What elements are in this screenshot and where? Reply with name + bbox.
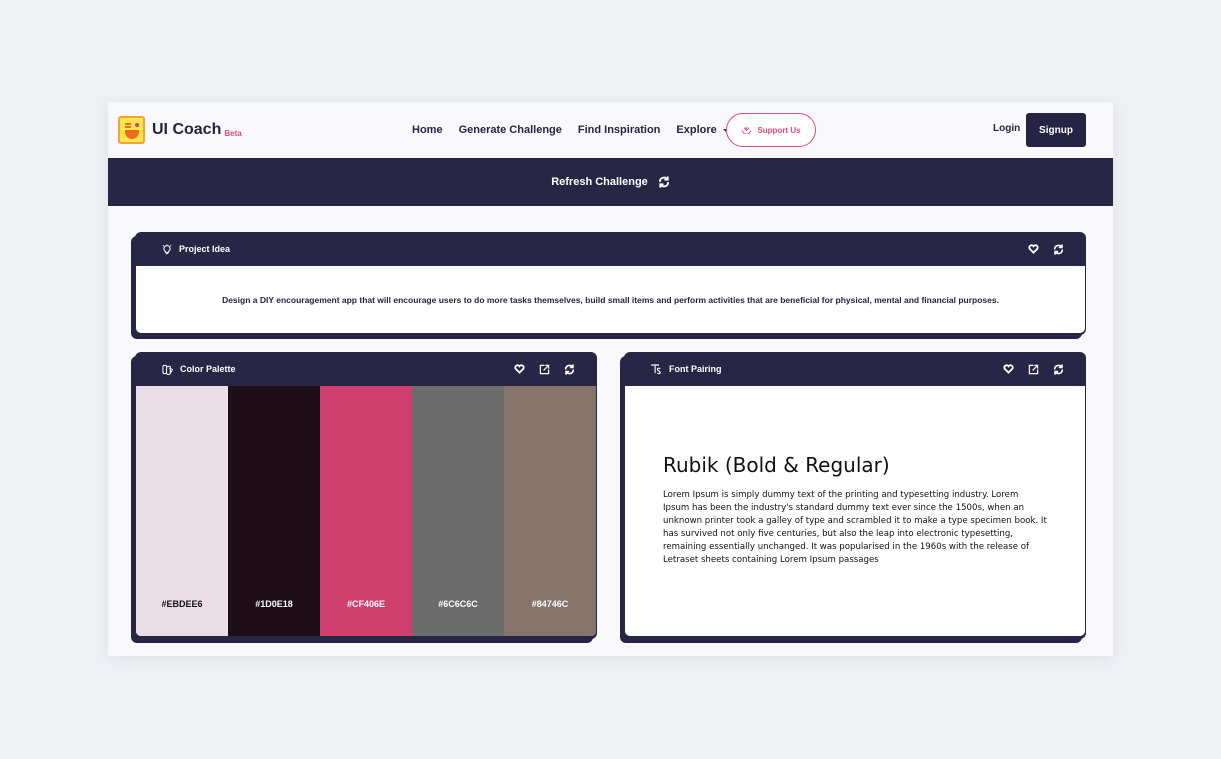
font-pairing-body: Rubik (Bold & Regular) Lorem Ipsum is si… <box>625 386 1085 636</box>
project-idea-header: Project Idea <box>135 232 1086 266</box>
heart-icon[interactable] <box>514 364 525 374</box>
color-palette-card: Color Palette #EBDEE6 #1D0E18 #CF406E #6… <box>135 352 597 639</box>
nav-home[interactable]: Home <box>412 124 443 136</box>
beta-badge: Beta <box>224 128 242 138</box>
palette-icon <box>162 364 173 375</box>
project-idea-title: Project Idea <box>179 244 231 254</box>
hands-heart-icon <box>742 127 752 135</box>
project-idea-text: Design a DIY encouragement app that will… <box>222 294 999 305</box>
swatch-hex: #EBDEE6 <box>161 599 203 609</box>
signup-button[interactable]: Signup <box>1026 113 1086 147</box>
nav-explore-dropdown[interactable]: Explore <box>676 124 729 136</box>
color-swatch[interactable]: #6C6C6C <box>412 386 504 636</box>
signup-label: Signup <box>1039 124 1073 136</box>
lightbulb-icon <box>162 243 172 255</box>
external-link-icon[interactable] <box>539 364 550 375</box>
font-pairing-title: Font Pairing <box>669 364 722 374</box>
top-navbar: UI Coach Beta Home Generate Challenge Fi… <box>108 102 1113 158</box>
refresh-challenge-button[interactable]: Refresh Challenge <box>108 158 1113 206</box>
swatch-hex: #1D0E18 <box>255 599 293 609</box>
logo[interactable]: UI Coach Beta <box>118 116 242 144</box>
swatch-hex: #84746C <box>531 599 569 609</box>
refresh-icon[interactable] <box>1053 243 1064 255</box>
main-menu: Home Generate Challenge Find Inspiration… <box>412 102 729 158</box>
color-swatch[interactable]: #CF406E <box>320 386 412 636</box>
app-window: UI Coach Beta Home Generate Challenge Fi… <box>108 102 1113 656</box>
color-swatch[interactable]: #EBDEE6 <box>136 386 228 636</box>
logo-text: UI Coach <box>152 121 222 138</box>
font-sample-text: Lorem Ipsum is simply dummy text of the … <box>663 490 1047 565</box>
logo-icon <box>118 116 145 144</box>
nav-generate-challenge[interactable]: Generate Challenge <box>459 124 562 136</box>
refresh-icon[interactable] <box>564 363 575 375</box>
swatch-hex: #6C6C6C <box>438 599 478 609</box>
heart-icon[interactable] <box>1003 364 1014 374</box>
typography-icon <box>651 363 662 375</box>
login-link[interactable]: Login <box>993 123 1020 134</box>
color-palette-header: Color Palette <box>135 352 597 386</box>
refresh-icon[interactable] <box>1053 363 1064 375</box>
heart-icon[interactable] <box>1028 244 1039 254</box>
swatch-hex: #CF406E <box>346 599 386 609</box>
color-palette-body: #EBDEE6 #1D0E18 #CF406E #6C6C6C #84746C <box>136 386 596 636</box>
support-us-button[interactable]: Support Us <box>726 113 816 147</box>
nav-find-inspiration[interactable]: Find Inspiration <box>578 124 661 136</box>
color-palette-title: Color Palette <box>180 364 236 374</box>
color-swatch[interactable]: #1D0E18 <box>228 386 320 636</box>
color-swatch[interactable]: #84746C <box>504 386 596 636</box>
font-name: Rubik (Bold & Regular) <box>663 453 890 477</box>
nav-explore-label: Explore <box>676 124 717 136</box>
nav-find-inspiration-label: Find Inspiration <box>577 124 661 136</box>
font-pairing-header: Font Pairing <box>624 352 1086 386</box>
nav-generate-challenge-label: Generate Challenge <box>458 124 562 136</box>
project-idea-card: Project Idea Design a DIY encouragement … <box>135 232 1086 335</box>
external-link-icon[interactable] <box>1028 364 1039 375</box>
support-us-label: Support Us <box>757 125 801 135</box>
refresh-challenge-label: Refresh Challenge <box>551 176 648 188</box>
font-pairing-card: Font Pairing Rubik (Bold & Regular) Lore… <box>624 352 1086 639</box>
nav-home-label: Home <box>412 124 443 136</box>
project-idea-body: Design a DIY encouragement app that will… <box>136 266 1085 333</box>
refresh-icon <box>658 176 669 188</box>
